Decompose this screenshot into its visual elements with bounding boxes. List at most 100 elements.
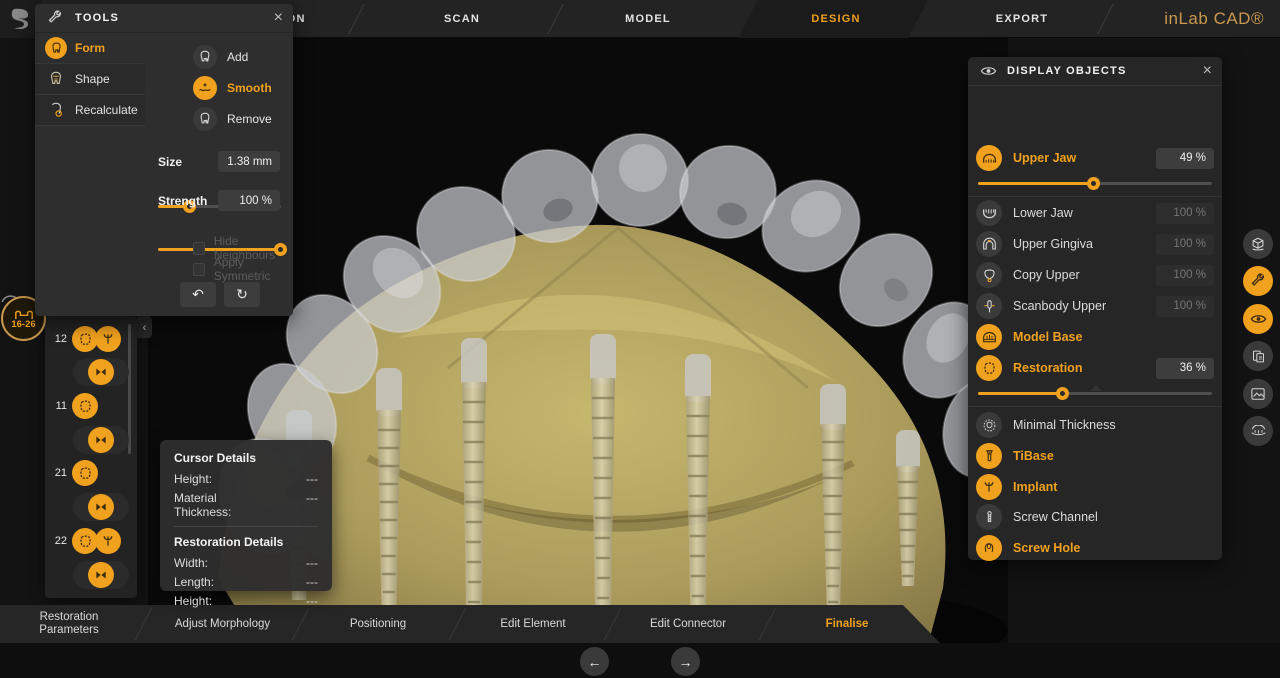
step-edit-connector[interactable]: Edit Connector (628, 605, 748, 643)
tibase-icon (976, 443, 1002, 469)
restoration-opacity-slider[interactable] (978, 392, 1212, 395)
previous-step-button[interactable]: ← (580, 647, 609, 676)
slider-knob[interactable] (1087, 177, 1100, 190)
display-row-copy-upper[interactable]: Copy Upper 100 % (976, 261, 1214, 289)
checkbox-icon (193, 263, 205, 276)
display-item-value[interactable]: 100 % (1156, 265, 1214, 286)
slider-notch (1090, 385, 1102, 391)
upper-jaw-opacity-slider[interactable] (978, 182, 1212, 185)
tab-export[interactable]: EXPORT (972, 0, 1072, 38)
connector-row[interactable] (45, 493, 137, 521)
tool-action-remove[interactable]: Remove (193, 107, 272, 131)
tool-action-add[interactable]: Add (193, 45, 248, 69)
screenshot-button[interactable] (1243, 379, 1273, 409)
connector-row[interactable] (45, 426, 137, 454)
wrench-icon (1250, 273, 1266, 289)
tool-mode-form[interactable]: Form (35, 33, 145, 64)
upper-gingiva-icon (976, 231, 1002, 257)
display-objects-header[interactable]: DISPLAY OBJECTS × (968, 57, 1222, 86)
step-edit-element[interactable]: Edit Element (473, 605, 593, 643)
detail-label: Length: (174, 575, 214, 589)
display-row-upper-jaw[interactable]: Upper Jaw 49 % (976, 144, 1214, 172)
display-row-screw-channel[interactable]: Screw Channel (976, 503, 1214, 531)
restoration-icon (976, 355, 1002, 381)
display-row-tibase[interactable]: TiBase (976, 442, 1214, 470)
sirona-logo-icon (10, 7, 32, 31)
undo-button[interactable]: ↶ (180, 282, 216, 307)
strength-value[interactable]: 100 % (218, 190, 280, 211)
close-icon[interactable]: × (274, 10, 283, 26)
slider-knob[interactable] (1056, 387, 1069, 400)
step-finalise[interactable]: Finalise (787, 605, 907, 643)
crown-icon[interactable] (72, 460, 98, 486)
tool-mode-label: Form (75, 41, 105, 55)
display-row-upper-gingiva[interactable]: Upper Gingiva 100 % (976, 230, 1214, 258)
connector-icon[interactable] (88, 359, 114, 385)
bottom-bar (0, 643, 1280, 678)
step-adjust-morphology[interactable]: Adjust Morphology (165, 605, 280, 643)
display-row-scanbody-upper[interactable]: Scanbody Upper 100 % (976, 292, 1214, 320)
apply-symmetric-checkbox[interactable]: Apply Symmetric (193, 255, 293, 283)
step-positioning[interactable]: Positioning (318, 605, 438, 643)
divider (174, 526, 318, 527)
tools-panel-header[interactable]: TOOLS × (35, 4, 293, 33)
display-item-value[interactable]: 36 % (1156, 358, 1214, 379)
display-row-model-base[interactable]: Model Base (976, 323, 1214, 351)
nav-separator (348, 4, 364, 34)
crown-icon[interactable] (72, 393, 98, 419)
connector-row[interactable] (45, 358, 137, 386)
implant-icon (976, 474, 1002, 500)
display-row-implant[interactable]: Implant (976, 473, 1214, 501)
display-row-minimal-thickness[interactable]: Minimal Thickness (976, 410, 1214, 440)
display-item-value[interactable]: 100 % (1156, 203, 1214, 224)
connector-icon[interactable] (88, 427, 114, 453)
close-icon[interactable]: × (1203, 63, 1212, 79)
screw-hole-icon (976, 535, 1002, 561)
display-item-label: Upper Jaw (1013, 152, 1156, 165)
display-row-lower-jaw[interactable]: Lower Jaw 100 % (976, 199, 1214, 227)
display-item-label: Minimal Thickness (1013, 419, 1214, 432)
display-item-value[interactable]: 100 % (1156, 296, 1214, 317)
display-row-restoration[interactable]: Restoration 36 % (976, 354, 1214, 382)
tool-action-smooth[interactable]: Smooth (193, 76, 272, 100)
collapse-tooth-panel-button[interactable]: ‹ (137, 316, 152, 338)
reset-button[interactable]: ↻ (224, 282, 260, 307)
tooth-row-21[interactable]: 21 (45, 459, 137, 487)
tooth-row-11[interactable]: 11 (45, 392, 137, 420)
minimal-thickness-icon (976, 412, 1002, 438)
divider (968, 406, 1222, 407)
display-objects-toggle-button[interactable] (1243, 304, 1273, 334)
display-row-screw-hole[interactable]: Screw Hole (976, 534, 1214, 562)
step-restoration-parameters[interactable]: Restoration Parameters (14, 605, 124, 643)
tab-design[interactable]: DESIGN (786, 0, 886, 38)
detail-value: --- (306, 556, 318, 570)
display-item-label: Implant (1013, 481, 1214, 494)
checkbox-label: Apply Symmetric (214, 255, 293, 283)
tool-mode-recalculate[interactable]: Recalculate (35, 95, 145, 126)
eye-icon (1250, 313, 1267, 325)
articulator-button[interactable] (1243, 416, 1273, 446)
next-step-button[interactable]: → (671, 647, 700, 676)
connector-icon[interactable] (88, 494, 114, 520)
tab-model[interactable]: MODEL (598, 0, 698, 38)
display-item-label: Screw Channel (1013, 511, 1214, 524)
tooth-number: 11 (45, 400, 71, 412)
abutment-icon[interactable] (95, 528, 121, 554)
size-value[interactable]: 1.38 mm (218, 151, 280, 172)
display-item-value[interactable]: 100 % (1156, 234, 1214, 255)
connector-icon[interactable] (88, 562, 114, 588)
upper-jaw-icon (976, 145, 1002, 171)
tooth-row-22[interactable]: 22 (45, 527, 137, 555)
tab-scan[interactable]: SCAN (412, 0, 512, 38)
recalculate-tool-icon (45, 102, 67, 118)
abutment-icon[interactable] (95, 326, 121, 352)
tool-mode-shape[interactable]: Shape (35, 64, 145, 95)
display-item-value[interactable]: 49 % (1156, 148, 1214, 169)
chevron-left-icon: ‹ (143, 320, 147, 334)
tools-toggle-button[interactable] (1243, 266, 1273, 296)
documents-button[interactable]: B (1243, 341, 1273, 371)
view-options-button[interactable] (1243, 229, 1273, 259)
connector-row[interactable] (45, 561, 137, 589)
restoration-height-row: Height: --- (174, 594, 318, 608)
tooth-row-12[interactable]: 12 (45, 325, 137, 353)
